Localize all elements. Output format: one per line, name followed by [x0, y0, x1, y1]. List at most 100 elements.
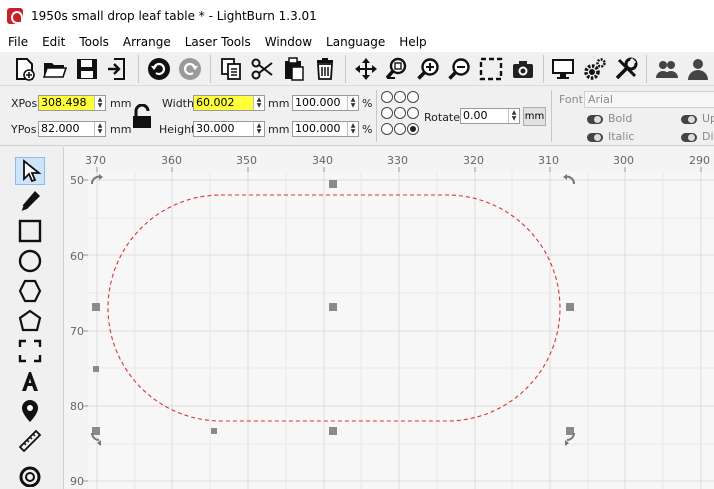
ypos-stepper-icon[interactable]: ▲ ▼	[94, 122, 105, 136]
handle-right[interactable]	[566, 303, 574, 311]
ypos-unit: mm	[110, 123, 132, 136]
camera-icon[interactable]	[507, 53, 538, 85]
user-icon[interactable]	[683, 53, 714, 85]
numeric-edits-bar: XPos 308.498 ▲ ▼ mm YPos 82.000 ▲ ▼ mm Wid…	[0, 86, 714, 146]
menu-file[interactable]: File	[0, 32, 35, 52]
scale-width-stepper-icon[interactable]: ▲ ▼	[347, 96, 358, 110]
tools-icon[interactable]	[611, 53, 642, 85]
menu-laser-tools[interactable]: Laser Tools	[178, 32, 258, 52]
ruler-x-tick: 350	[236, 154, 257, 167]
pen-tool-icon[interactable]	[15, 187, 45, 215]
menu-window[interactable]: Window	[258, 32, 319, 52]
undo-icon[interactable]	[143, 53, 174, 85]
redo-icon[interactable]	[174, 53, 205, 85]
anchor-bottom-center[interactable]	[394, 123, 406, 135]
anchor-point-selector	[381, 91, 421, 139]
ruler-x-tick: 330	[387, 154, 408, 167]
menu-language[interactable]: Language	[319, 32, 392, 52]
polygon-tool-icon[interactable]	[15, 277, 45, 305]
monitor-icon[interactable]	[548, 53, 579, 85]
width-stepper-icon[interactable]: ▲ ▼	[253, 96, 264, 110]
handle-bottom-left[interactable]	[92, 427, 100, 435]
ruler-y-tick: 50	[70, 174, 84, 187]
anchor-top-left[interactable]	[381, 91, 393, 103]
cut-icon[interactable]	[246, 53, 277, 85]
tab-tool-icon[interactable]	[15, 461, 45, 489]
bold-toggle[interactable]	[587, 115, 603, 124]
font-select[interactable]: Arial	[584, 91, 714, 108]
scale-width-spinbox[interactable]: 100.000 ▲ ▼	[292, 95, 359, 111]
design-canvas[interactable]: 370 360 350 340 330 320 310 300 290 50 6…	[64, 147, 714, 489]
rotate-value[interactable]: 0.00	[461, 109, 508, 123]
width-value[interactable]: 60.002	[194, 96, 253, 110]
scale-height-stepper-icon[interactable]: ▲ ▼	[347, 122, 358, 136]
edit-nodes-icon[interactable]	[15, 307, 45, 335]
height-label: Height	[159, 123, 196, 136]
scale-height-value[interactable]: 100.000	[293, 122, 347, 136]
ypos-value[interactable]: 82.000	[39, 122, 94, 136]
width-unit: mm	[268, 97, 290, 110]
import-icon[interactable]	[102, 53, 133, 85]
anchor-top-right[interactable]	[407, 91, 419, 103]
handle-bottom[interactable]	[329, 427, 337, 435]
ellipse-tool-icon[interactable]	[15, 247, 45, 275]
anchor-center[interactable]	[394, 107, 406, 119]
distort-toggle[interactable]	[681, 133, 697, 142]
position-laser-icon[interactable]	[15, 397, 45, 425]
scale-height-spinbox[interactable]: 100.000 ▲ ▼	[292, 121, 359, 137]
zoom-out-icon[interactable]	[444, 53, 475, 85]
frame-corners-icon[interactable]	[15, 337, 45, 365]
new-file-icon[interactable]	[8, 53, 39, 85]
handle-top[interactable]	[329, 180, 337, 188]
rectangle-tool-icon[interactable]	[15, 217, 45, 245]
text-tool-icon[interactable]	[15, 367, 45, 395]
width-spinbox[interactable]: 60.002 ▲ ▼	[193, 95, 265, 111]
select-tool-icon[interactable]	[15, 157, 45, 185]
open-folder-icon[interactable]	[39, 53, 70, 85]
xpos-value[interactable]: 308.498	[39, 96, 94, 110]
measure-tool-icon[interactable]	[15, 427, 45, 455]
handle-marker[interactable]	[211, 428, 217, 434]
handle-left[interactable]	[92, 303, 100, 311]
move-icon[interactable]	[350, 53, 381, 85]
settings-icon[interactable]	[579, 53, 610, 85]
menu-tools[interactable]: Tools	[72, 32, 116, 52]
lock-ratio-icon[interactable]	[131, 104, 153, 130]
ypos-spinbox[interactable]: 82.000 ▲ ▼	[38, 121, 106, 137]
menu-help[interactable]: Help	[392, 32, 433, 52]
ruler-y-tick: 60	[70, 250, 84, 263]
menu-edit[interactable]: Edit	[35, 32, 72, 52]
anchor-middle-right[interactable]	[407, 107, 419, 119]
height-stepper-icon[interactable]: ▲ ▼	[253, 122, 264, 136]
italic-toggle[interactable]	[587, 133, 603, 142]
zoom-in-selection-icon[interactable]	[381, 53, 412, 85]
width-label: Width	[162, 97, 194, 110]
height-value[interactable]: 30.000	[194, 122, 253, 136]
xpos-spinbox[interactable]: 308.498 ▲ ▼	[38, 95, 106, 111]
save-icon[interactable]	[71, 53, 102, 85]
handle-marker[interactable]	[93, 366, 99, 372]
anchor-middle-left[interactable]	[381, 107, 393, 119]
units-toggle-button[interactable]: mm	[523, 107, 546, 126]
paste-icon[interactable]	[278, 53, 309, 85]
rotate-stepper-icon[interactable]: ▲ ▼	[508, 109, 519, 123]
handle-center[interactable]	[329, 303, 337, 311]
copy-icon[interactable]	[215, 53, 246, 85]
users-icon[interactable]	[651, 53, 682, 85]
ruler-x-tick: 340	[312, 154, 333, 167]
handle-bottom-right[interactable]	[566, 427, 574, 435]
ruler-x-tick: 370	[85, 154, 106, 167]
xpos-stepper-icon[interactable]: ▲ ▼	[94, 96, 105, 110]
frame-select-icon[interactable]	[476, 53, 507, 85]
anchor-bottom-right[interactable]	[407, 123, 419, 135]
anchor-top-center[interactable]	[394, 91, 406, 103]
scale-width-value[interactable]: 100.000	[293, 96, 347, 110]
menu-arrange[interactable]: Arrange	[116, 32, 178, 52]
anchor-bottom-left[interactable]	[381, 123, 393, 135]
delete-icon[interactable]	[309, 53, 340, 85]
rotate-spinbox[interactable]: 0.00 ▲ ▼	[460, 108, 520, 124]
upper-case-toggle[interactable]	[681, 115, 697, 124]
zoom-in-icon[interactable]	[413, 53, 444, 85]
height-spinbox[interactable]: 30.000 ▲ ▼	[193, 121, 265, 137]
font-select-value: Arial	[588, 93, 613, 106]
